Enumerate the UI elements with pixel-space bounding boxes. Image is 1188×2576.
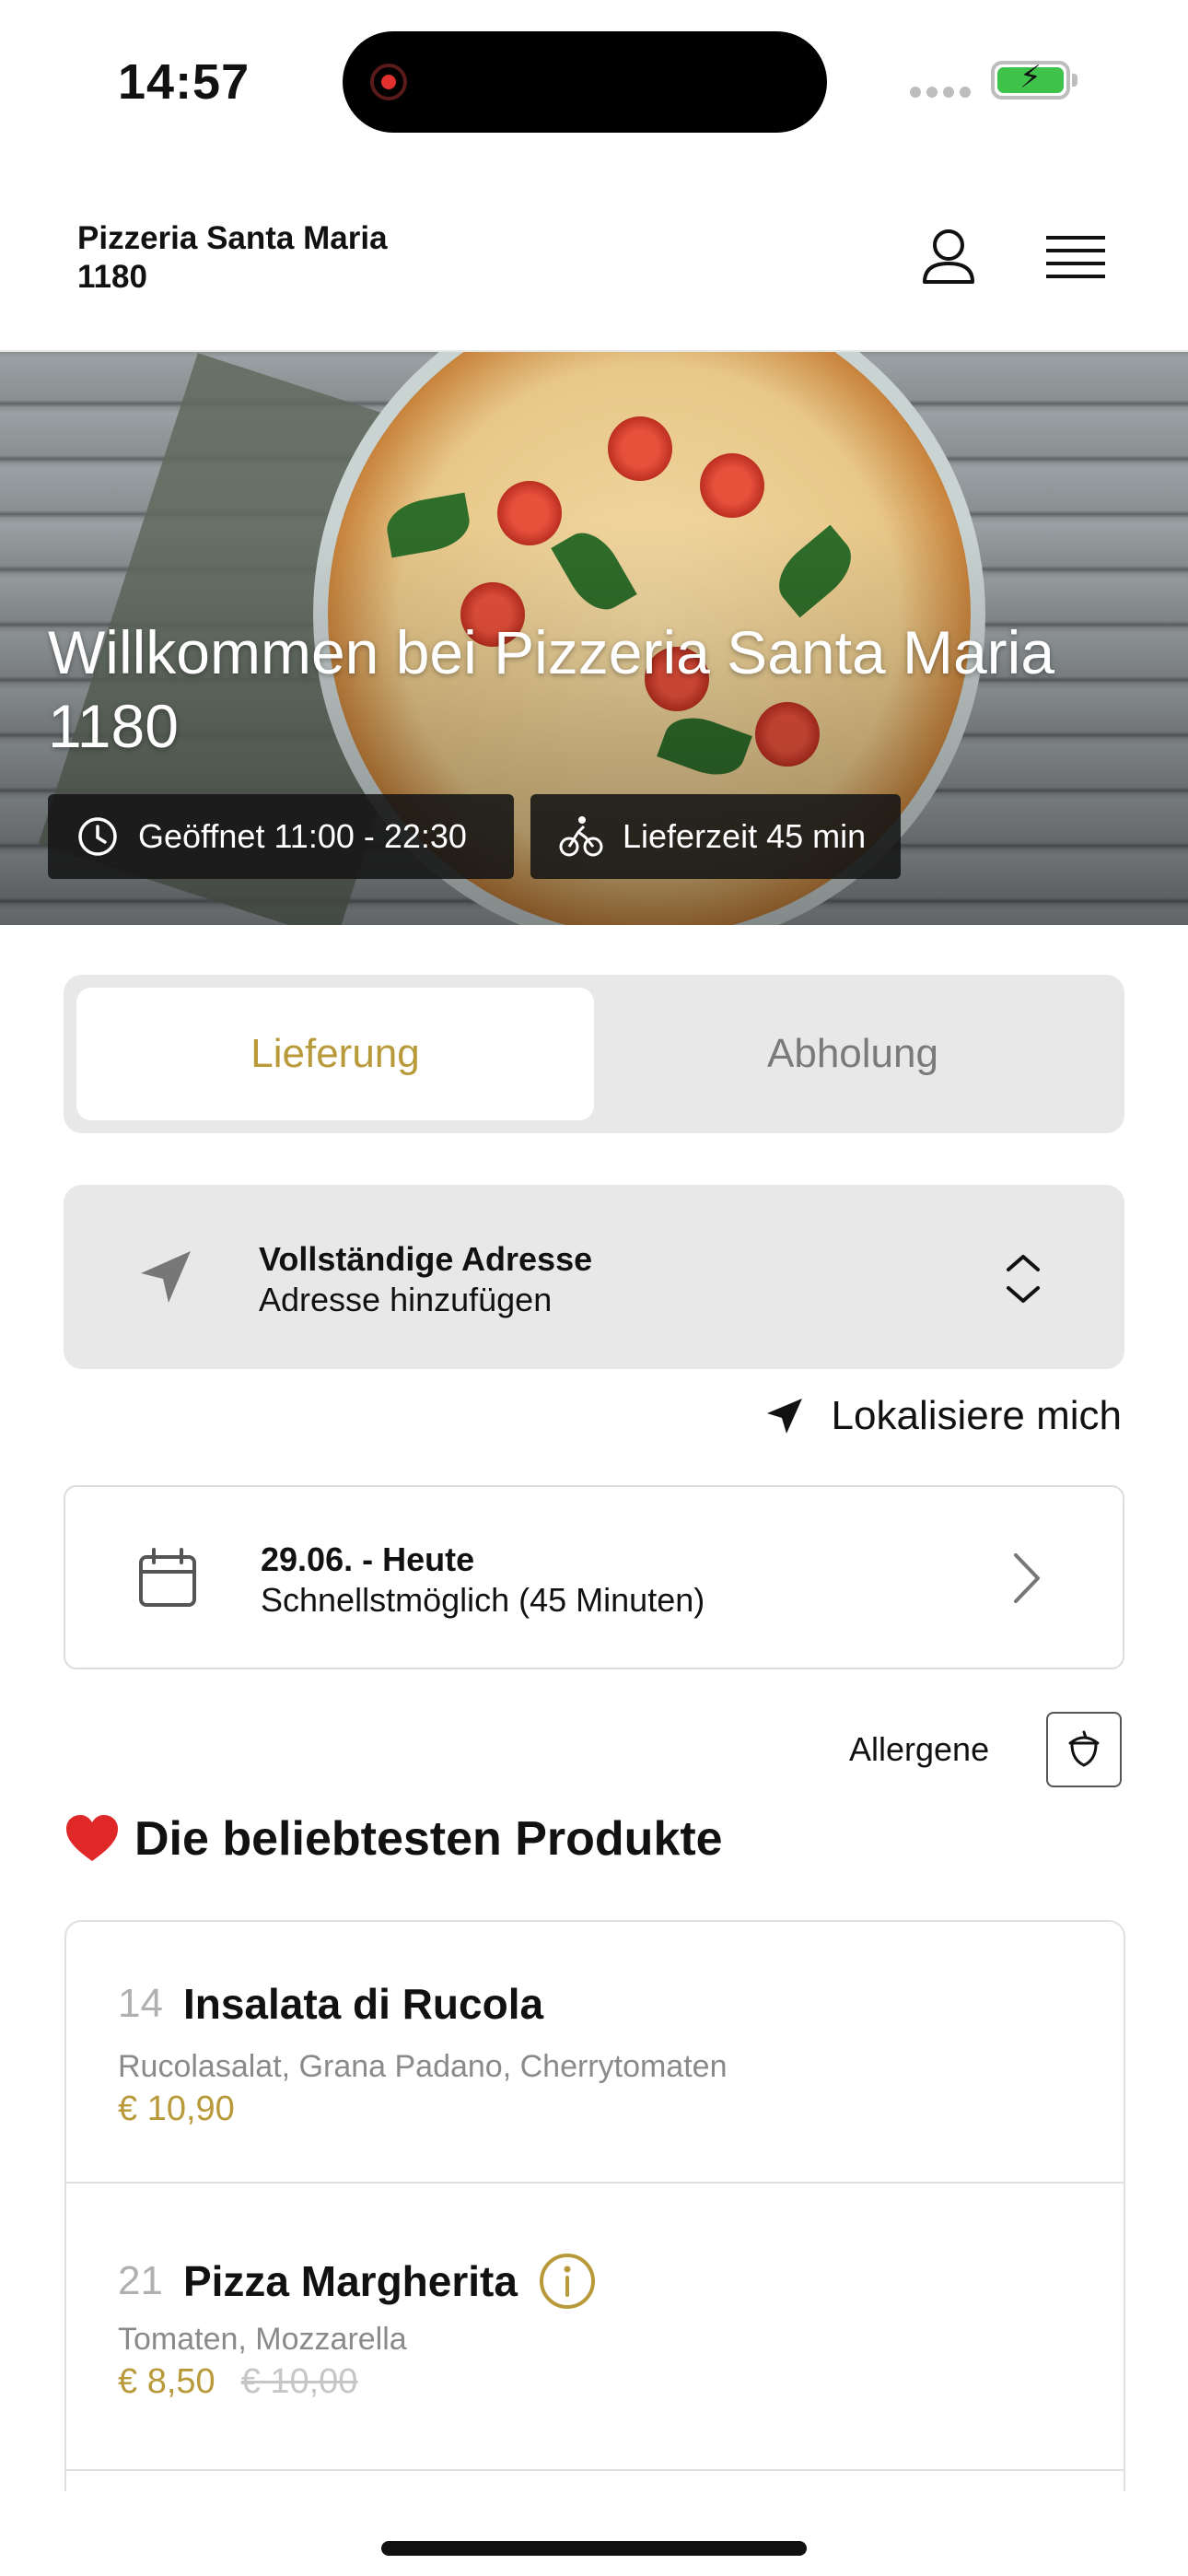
product-name: Pizza Margherita <box>182 2257 518 2305</box>
address-selector[interactable]: Vollständige Adresse Adresse hinzufügen <box>64 1185 1124 1369</box>
product-price-row: € 8,50 € 10,00 <box>118 2362 357 2402</box>
acorn-icon <box>1068 1730 1100 1767</box>
user-icon <box>923 229 974 284</box>
product-item[interactable]: 14 Insalata di Rucola Rucolasalat, Grana… <box>66 1922 1124 2184</box>
product-item[interactable]: 21 Pizza Margherita Tomaten, Mozzarella … <box>66 2184 1124 2471</box>
brand-line-2: 1180 <box>77 259 147 295</box>
date-title: 29.06. - Heute <box>261 1540 475 1578</box>
product-price: € 10,90 <box>118 2090 235 2128</box>
product-name: Insalata di Rucola <box>182 1980 544 2028</box>
heart-icon <box>66 1815 118 1861</box>
section-title: Die beliebtesten Produkte <box>64 1811 723 1867</box>
opening-hours-badge: Geöffnet 11:00 - 22:30 <box>48 794 514 879</box>
order-type-tabs: Lieferung Abholung <box>64 975 1124 1133</box>
location-arrow-icon <box>766 1399 802 1434</box>
recording-icon <box>370 64 407 100</box>
product-price: € 8,50 <box>118 2362 215 2401</box>
tab-delivery[interactable]: Lieferung <box>76 988 594 1120</box>
status-bar: 14:57 ⚡ <box>0 0 1188 157</box>
product-description: Rucolasalat, Grana Padano, Cherrytomaten <box>118 2049 728 2084</box>
address-subtitle: Adresse hinzufügen <box>259 1281 553 1318</box>
delivery-time-badge: Lieferzeit 45 min <box>530 794 901 879</box>
menu-button[interactable] <box>1039 221 1112 295</box>
dynamic-island <box>343 31 827 133</box>
tab-pickup[interactable]: Abholung <box>594 988 1112 1120</box>
product-name-row: 14 Insalata di Rucola <box>118 1979 543 2029</box>
product-number: 14 <box>118 1981 163 2026</box>
date-subtitle: Schnellstmöglich (45 Minuten) <box>261 1581 705 1619</box>
bicycle-icon <box>559 816 603 857</box>
allergens-button[interactable] <box>1046 1712 1122 1787</box>
chevron-up-down-icon <box>1007 1255 1040 1303</box>
section-title-text: Die beliebtesten Produkte <box>134 1812 723 1866</box>
battery-icon: ⚡ <box>991 61 1077 100</box>
signal-icon <box>910 87 971 98</box>
navigation-arrow-icon <box>141 1251 191 1303</box>
clock-icon <box>78 817 117 856</box>
hamburger-icon <box>1046 236 1105 278</box>
locate-me-button[interactable]: Lokalisiere mich <box>763 1393 1122 1439</box>
hero-title: Willkommen bei Pizzeria Santa Maria 1180 <box>48 618 1055 760</box>
opening-hours-text: Geöffnet 11:00 - 22:30 <box>138 817 467 855</box>
user-account-button[interactable] <box>912 221 985 295</box>
info-icon[interactable] <box>538 2252 597 2311</box>
product-description: Tomaten, Mozzarella <box>118 2322 407 2357</box>
address-title: Vollständige Adresse <box>259 1240 593 1278</box>
calendar-icon <box>139 1548 196 1607</box>
home-indicator[interactable] <box>381 2541 807 2556</box>
allergens-label: Allergene <box>849 1730 990 1768</box>
restaurant-name[interactable]: Pizzeria Santa Maria 1180 <box>77 219 388 297</box>
delivery-date-selector[interactable]: 29.06. - Heute Schnellstmöglich (45 Minu… <box>64 1485 1124 1669</box>
hero-banner: Willkommen bei Pizzeria Santa Maria 1180… <box>0 352 1188 925</box>
status-time: 14:57 <box>118 54 250 110</box>
delivery-time-text: Lieferzeit 45 min <box>623 817 867 855</box>
popular-products-list: 14 Insalata di Rucola Rucolasalat, Grana… <box>64 1920 1125 2491</box>
chevron-right-icon <box>1014 1553 1040 1603</box>
brand-line-1: Pizzeria Santa Maria <box>77 220 388 256</box>
product-number: 21 <box>118 2258 163 2303</box>
product-old-price: € 10,00 <box>240 2362 358 2401</box>
locate-me-label: Lokalisiere mich <box>831 1393 1122 1438</box>
product-name-row: 21 Pizza Margherita <box>118 2252 597 2311</box>
app-header: Pizzeria Santa Maria 1180 <box>0 157 1188 352</box>
